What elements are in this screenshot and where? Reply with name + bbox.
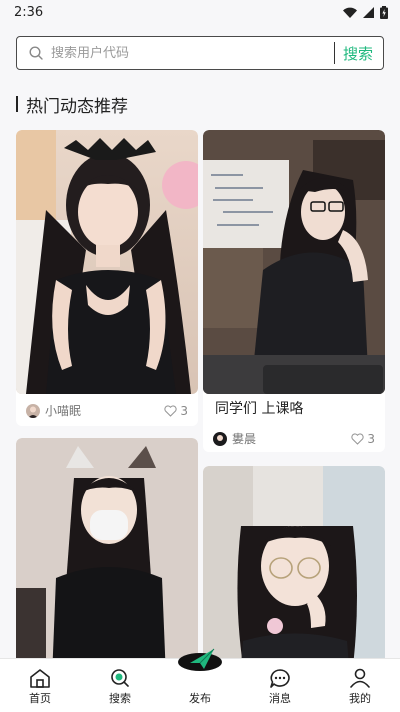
like-count[interactable]: 3 xyxy=(351,432,375,446)
search-input[interactable] xyxy=(51,45,334,61)
post-image xyxy=(203,130,385,394)
search-button[interactable]: 搜索 xyxy=(335,43,383,64)
post-image xyxy=(16,438,198,658)
author[interactable]: 婁晨 xyxy=(213,430,256,447)
avatar xyxy=(213,431,227,446)
like-count[interactable]: 3 xyxy=(164,404,188,418)
author-name: 婁晨 xyxy=(232,432,257,446)
section-header: 热门动态推荐 xyxy=(0,93,400,117)
tab-label: 搜索 xyxy=(109,692,131,705)
post-title: 同学们 上课咯 xyxy=(215,401,304,417)
battery-icon xyxy=(380,5,388,19)
search-box: 搜索 xyxy=(16,36,384,70)
tab-publish[interactable]: 发布 xyxy=(160,648,240,712)
tab-label: 我的 xyxy=(349,692,371,705)
feed[interactable]: 小喵眠 3 同学们 上课咯 婁晨 3 xyxy=(0,130,400,658)
home-icon xyxy=(30,669,50,688)
user-icon xyxy=(350,668,370,688)
message-icon xyxy=(270,669,290,688)
status-time: 2:36 xyxy=(14,4,44,20)
tab-label: 首页 xyxy=(29,692,51,705)
tab-profile[interactable]: 我的 xyxy=(320,659,400,712)
section-marker xyxy=(16,96,18,112)
tab-label: 消息 xyxy=(269,692,291,705)
search-icon xyxy=(29,46,43,60)
bottom-tabbar: 首页 搜索 发布 消息 我的 xyxy=(0,648,400,712)
post-image xyxy=(16,130,198,394)
author-name: 小喵眠 xyxy=(45,404,82,418)
search-area: 搜索 xyxy=(0,24,400,70)
publish-icon xyxy=(178,648,222,671)
tab-messages[interactable]: 消息 xyxy=(240,659,320,712)
tab-search[interactable]: 搜索 xyxy=(80,659,160,712)
feed-card[interactable]: 小喵眠 3 xyxy=(16,130,198,426)
heart-icon xyxy=(351,432,364,445)
status-icons xyxy=(343,5,388,19)
wifi-icon xyxy=(343,7,357,18)
avatar xyxy=(26,403,40,418)
post-image xyxy=(203,466,385,658)
tab-label: 发布 xyxy=(189,692,211,705)
section-title: 热门动态推荐 xyxy=(26,96,128,117)
card-meta: 小喵眠 3 xyxy=(16,402,198,419)
signal-icon xyxy=(363,6,374,18)
likes-value: 3 xyxy=(180,403,188,418)
card-meta: 婁晨 3 xyxy=(203,430,385,447)
heart-icon xyxy=(164,404,177,417)
search-icon xyxy=(111,669,129,687)
likes-value: 3 xyxy=(367,431,375,446)
feed-card[interactable] xyxy=(203,466,385,658)
author[interactable]: 小喵眠 xyxy=(26,402,81,419)
tab-home[interactable]: 首页 xyxy=(0,659,80,712)
status-bar: 2:36 xyxy=(0,0,400,24)
feed-card[interactable] xyxy=(16,438,198,658)
feed-card[interactable]: 同学们 上课咯 婁晨 3 xyxy=(203,130,385,452)
